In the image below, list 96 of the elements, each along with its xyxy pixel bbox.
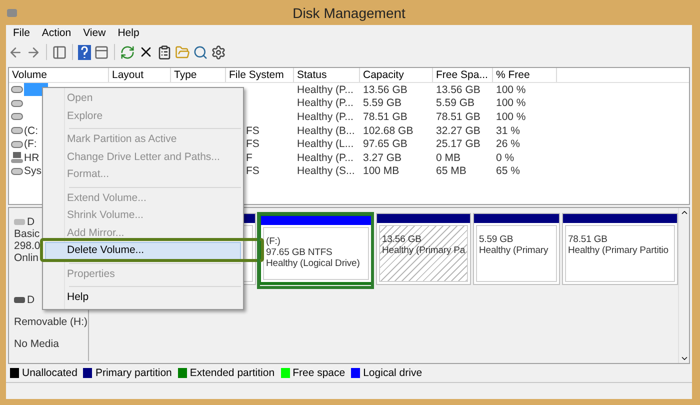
partition-info: Healthy (Primary Pa bbox=[382, 245, 466, 256]
partition-info: 5.59 GB bbox=[479, 234, 514, 245]
partition-info: Healthy (Logical Drive) bbox=[266, 258, 360, 269]
disk-info: 298.0 bbox=[14, 240, 40, 252]
table-cell: Healthy (P... bbox=[297, 152, 354, 164]
table-cell: FS bbox=[246, 138, 260, 150]
settings-icon[interactable] bbox=[211, 44, 226, 60]
partition-block[interactable]: 78.51 GB Healthy (Primary Partitio bbox=[562, 213, 678, 285]
column-header[interactable]: File System bbox=[226, 68, 294, 82]
table-cell: 32.27 GB bbox=[436, 124, 480, 137]
table-cell: Healthy (S... bbox=[297, 165, 355, 178]
table-cell: (F: bbox=[24, 138, 37, 150]
table-cell: Healthy (L... bbox=[297, 138, 354, 150]
legend-item: Primary partition bbox=[83, 367, 172, 379]
column-header[interactable]: Layout bbox=[109, 68, 171, 82]
drive-icon bbox=[11, 113, 23, 120]
table-cell: Healthy (B... bbox=[297, 124, 355, 137]
forward-icon[interactable] bbox=[26, 44, 41, 60]
table-cell: 100 % bbox=[496, 110, 526, 123]
table-cell: 5.59 GB bbox=[363, 97, 402, 110]
disk-name: D bbox=[14, 294, 35, 306]
menu-item[interactable]: File bbox=[8, 27, 35, 39]
legend-item: Logical drive bbox=[351, 367, 422, 379]
column-header[interactable]: Volume bbox=[9, 68, 109, 82]
table-cell: 78.51 GB bbox=[436, 110, 480, 123]
table-cell: 78.51 GB bbox=[363, 110, 408, 123]
table-cell: Healthy (P... bbox=[297, 110, 354, 123]
drive-icon bbox=[14, 219, 25, 225]
menu-item[interactable]: Help bbox=[112, 27, 144, 39]
table-cell: 100 MB bbox=[363, 165, 400, 178]
help-icon[interactable] bbox=[78, 44, 91, 60]
table-cell: 13.56 GB bbox=[436, 84, 480, 96]
table-cell: Healthy (P... bbox=[297, 84, 354, 96]
column-header[interactable]: Type bbox=[171, 68, 226, 82]
table-cell: 25.17 GB bbox=[436, 138, 480, 150]
table-cell: 5.59 GB bbox=[436, 97, 475, 110]
disk-info: Basic bbox=[14, 228, 40, 240]
partition-info: 97.65 GB NTFS bbox=[266, 247, 332, 258]
table-cell: Sys bbox=[24, 165, 42, 178]
partition-block[interactable]: (F:) 97.65 GB NTFS Healthy (Logical Drive) bbox=[258, 213, 374, 285]
legend-item: Extended partition bbox=[178, 367, 275, 379]
table-cell: FS bbox=[246, 165, 260, 178]
partition-block[interactable]: 5.59 GB Healthy (Primary bbox=[473, 213, 560, 285]
menu-item[interactable]: Delete Volume... bbox=[45, 242, 241, 260]
table-cell: HR bbox=[24, 152, 40, 164]
drive-icon bbox=[11, 168, 23, 175]
menu-item[interactable]: Action bbox=[36, 27, 76, 39]
table-cell: 13.56 GB bbox=[363, 84, 408, 96]
console-tree-icon[interactable] bbox=[52, 44, 67, 60]
partition-info: 13.56 GB bbox=[382, 234, 422, 245]
drive-icon bbox=[11, 140, 23, 148]
scroll-down-icon[interactable] bbox=[680, 354, 688, 363]
partition-info: Healthy (Primary bbox=[479, 245, 548, 256]
disk-info: No Media bbox=[14, 338, 59, 350]
legend-item: Free space bbox=[280, 367, 346, 379]
properties-icon[interactable] bbox=[157, 44, 172, 60]
partition-block[interactable]: 13.56 GB Healthy (Primary Pa bbox=[376, 213, 471, 285]
pane-icon[interactable] bbox=[94, 44, 109, 60]
table-cell: 100 % bbox=[496, 97, 526, 110]
column-header[interactable]: % Free bbox=[493, 68, 557, 82]
search-icon[interactable] bbox=[193, 44, 208, 60]
table-cell: 26 % bbox=[496, 138, 520, 150]
table-cell: FS bbox=[246, 124, 260, 137]
drive-icon bbox=[11, 86, 23, 94]
table-cell: (C: bbox=[24, 124, 38, 137]
partition-info: 78.51 GB bbox=[568, 234, 608, 245]
partition-info: Healthy (Primary Partitio bbox=[568, 245, 668, 256]
column-header[interactable]: Capacity bbox=[360, 68, 433, 82]
column-header[interactable]: Free Spa... bbox=[433, 68, 493, 82]
table-cell: F bbox=[246, 152, 252, 164]
table-cell: 0 % bbox=[496, 152, 514, 164]
table-cell: Healthy (P... bbox=[297, 97, 354, 110]
table-cell: 0 MB bbox=[436, 152, 461, 164]
menu-item[interactable]: Help bbox=[45, 289, 241, 306]
window-title: Disk Management bbox=[292, 4, 406, 20]
removable-drive-icon bbox=[14, 297, 25, 303]
table-cell: 31 % bbox=[496, 124, 520, 137]
computer-drive-icon bbox=[11, 152, 23, 164]
table-cell: 100 % bbox=[496, 84, 526, 96]
refresh-icon[interactable] bbox=[120, 44, 135, 60]
back-icon[interactable] bbox=[8, 44, 23, 60]
table-cell: 97.65 GB bbox=[363, 138, 408, 150]
disk-info: Removable (H:) bbox=[14, 316, 88, 328]
scroll-up-icon[interactable] bbox=[680, 208, 688, 217]
column-header[interactable]: Status bbox=[294, 68, 360, 82]
partition-info: (F:) bbox=[266, 236, 280, 247]
drive-icon bbox=[11, 127, 23, 134]
table-cell: 3.27 GB bbox=[363, 152, 402, 164]
table-cell: 65 % bbox=[496, 165, 520, 178]
disk-info: Onlin bbox=[14, 252, 39, 264]
disk-name: D bbox=[14, 216, 35, 228]
menu-item[interactable]: View bbox=[78, 27, 111, 39]
legend-item: Unallocated bbox=[10, 367, 78, 379]
drive-icon bbox=[11, 100, 23, 107]
table-cell: 65 MB bbox=[436, 165, 466, 178]
table-cell: 102.68 GB bbox=[363, 124, 414, 137]
